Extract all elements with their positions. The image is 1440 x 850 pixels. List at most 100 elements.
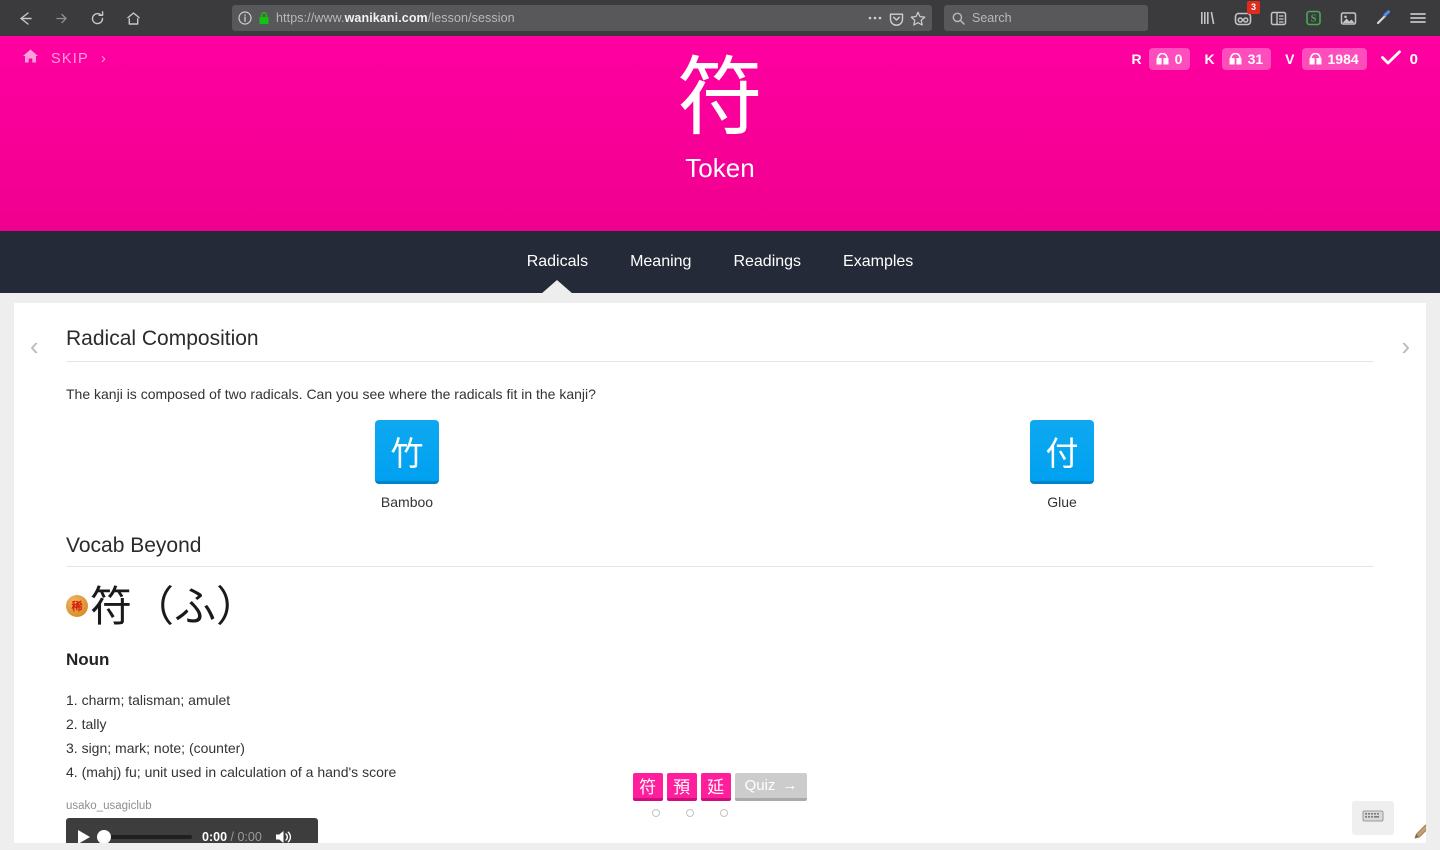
audio-current-time: 0:00 — [202, 829, 228, 844]
extension-badge: 3 — [1247, 1, 1260, 14]
https-lock-icon — [258, 11, 270, 25]
evernote-s-icon[interactable]: S — [1303, 8, 1323, 28]
tab-label: Readings — [733, 253, 802, 270]
progress-dot[interactable] — [720, 809, 728, 817]
address-bar[interactable]: https://www.wanikani.com/lesson/session — [232, 5, 932, 31]
kanji-meaning: Token — [685, 152, 755, 183]
counter-kanji: K 31 — [1204, 48, 1272, 70]
vocab-beyond-title: Vocab Beyond — [66, 534, 1374, 567]
counter-pill: 1984 — [1301, 48, 1367, 70]
quiz-button[interactable]: Quiz → — [734, 773, 808, 801]
lesson-chip-3[interactable]: 延 — [700, 773, 731, 801]
image-icon[interactable] — [1338, 8, 1358, 28]
quiz-label: Quiz — [744, 777, 776, 794]
keyboard-icon — [1362, 809, 1384, 828]
keyboard-shortcut-button[interactable] — [1352, 801, 1394, 835]
page-body: ‹ › Radical Composition The kanji is com… — [0, 293, 1440, 850]
reload-icon[interactable] — [86, 7, 108, 29]
sidebar-icon[interactable] — [1268, 8, 1288, 28]
part-of-speech: Noun — [66, 649, 110, 669]
completed-counter: 0 — [1380, 49, 1418, 69]
lesson-bag-icon — [1155, 52, 1170, 66]
home-icon[interactable] — [22, 48, 39, 69]
lesson-bag-icon — [1228, 52, 1243, 66]
radical-label: Glue — [1047, 494, 1077, 510]
eyedropper-icon[interactable] — [1373, 8, 1393, 28]
browser-toolbar: https://www.wanikani.com/lesson/session … — [0, 0, 1440, 36]
counter-value: 0 — [1174, 51, 1183, 67]
scrubber-knob[interactable] — [97, 829, 111, 843]
lesson-content-card: ‹ › Radical Composition The kanji is com… — [14, 303, 1426, 843]
search-bar[interactable]: Search — [944, 5, 1148, 31]
play-icon[interactable] — [78, 829, 90, 843]
checkmark-icon — [1380, 49, 1401, 69]
lesson-tabs: Radicals Meaning Readings Examples — [0, 231, 1440, 294]
vocab-word-row: 稀 符（ふ） — [66, 581, 1374, 634]
audio-player[interactable]: 0:00 / 0:00 — [66, 817, 318, 844]
search-icon — [952, 12, 965, 25]
counter-pill: 0 — [1148, 48, 1191, 70]
list-item: 3. sign; mark; note; (counter) — [66, 739, 245, 756]
browser-toolbar-icons: 3 S — [1198, 1, 1432, 28]
radical-tile[interactable]: 竹 — [375, 420, 439, 484]
lesson-header: SKIP › R 0 K 31 V 1984 0 符 Token — [0, 36, 1440, 231]
tab-label: Meaning — [630, 253, 692, 270]
counter-vocabulary: V 1984 — [1285, 48, 1367, 70]
audio-time: 0:00 / 0:00 — [202, 830, 262, 844]
counter-letter: V — [1285, 51, 1295, 67]
scrollbar-gutter[interactable] — [1426, 293, 1440, 850]
list-item: 2. tally — [66, 715, 107, 732]
vocab-word: 符（ふ） — [90, 582, 259, 631]
url-text: https://www.wanikani.com/lesson/session — [276, 11, 515, 25]
audio-total-time: 0:00 — [237, 829, 262, 844]
radical-item-bamboo[interactable]: 竹 Bamboo — [352, 420, 462, 510]
counter-pill: 31 — [1221, 48, 1272, 70]
lesson-bag-icon — [1308, 52, 1323, 66]
counter-letter: K — [1204, 51, 1215, 67]
forward-arrow-icon[interactable] — [50, 7, 72, 29]
radical-composition-title: Radical Composition — [66, 327, 1374, 362]
radicals-row: 竹 Bamboo 付 Glue — [66, 420, 1374, 524]
tab-label: Examples — [843, 253, 914, 270]
radical-label: Bamboo — [380, 494, 434, 510]
definition-list: 1. charm; talisman; amulet 2. tally 3. s… — [66, 688, 1374, 784]
audio-scrubber[interactable] — [97, 829, 192, 843]
library-icon[interactable] — [1198, 8, 1218, 28]
radical-tile[interactable]: 付 — [1030, 420, 1094, 484]
skip-button[interactable]: SKIP › — [22, 48, 106, 69]
hamburger-menu-icon[interactable] — [1408, 8, 1428, 28]
search-input[interactable]: Search — [972, 11, 1012, 25]
tab-meaning[interactable]: Meaning — [609, 231, 712, 293]
rarity-badge: 稀 — [66, 595, 88, 617]
tab-examples[interactable]: Examples — [822, 231, 934, 293]
previous-item-button[interactable]: ‹ — [30, 333, 39, 359]
skip-label: SKIP — [51, 50, 89, 67]
tab-readings[interactable]: Readings — [712, 231, 822, 293]
ellipsis-icon[interactable] — [867, 11, 883, 25]
back-arrow-icon[interactable] — [14, 7, 36, 29]
radical-item-glue[interactable]: 付 Glue — [1007, 420, 1117, 510]
completed-count: 0 — [1409, 50, 1418, 68]
lesson-bottom-nav: 符 預 延 Quiz → — [14, 773, 1426, 817]
browser-nav-buttons — [8, 7, 152, 29]
radical-composition-description: The kanji is composed of two radicals. C… — [66, 386, 596, 402]
page-info-icon[interactable] — [238, 11, 252, 25]
active-tab-pointer — [541, 280, 574, 294]
pocket-icon[interactable] — [889, 11, 904, 26]
star-icon[interactable] — [910, 11, 926, 26]
lesson-chips: 符 預 延 Quiz → — [632, 773, 808, 801]
lesson-progress-dots — [639, 809, 741, 817]
counter-value: 1984 — [1327, 51, 1359, 67]
counter-radicals: R 0 — [1132, 48, 1191, 70]
tab-radicals[interactable]: Radicals — [506, 231, 609, 294]
arrow-right-icon: → — [782, 777, 798, 794]
progress-dot[interactable] — [686, 809, 694, 817]
home-icon[interactable] — [122, 7, 144, 29]
volume-icon[interactable] — [274, 829, 294, 844]
next-item-button[interactable]: › — [1401, 333, 1410, 359]
lesson-chip-2[interactable]: 預 — [666, 773, 697, 801]
progress-dot[interactable] — [652, 809, 660, 817]
robot-extension-icon[interactable]: 3 — [1233, 1, 1260, 28]
list-item: 1. charm; talisman; amulet — [66, 691, 231, 708]
lesson-chip-1[interactable]: 符 — [632, 773, 663, 801]
